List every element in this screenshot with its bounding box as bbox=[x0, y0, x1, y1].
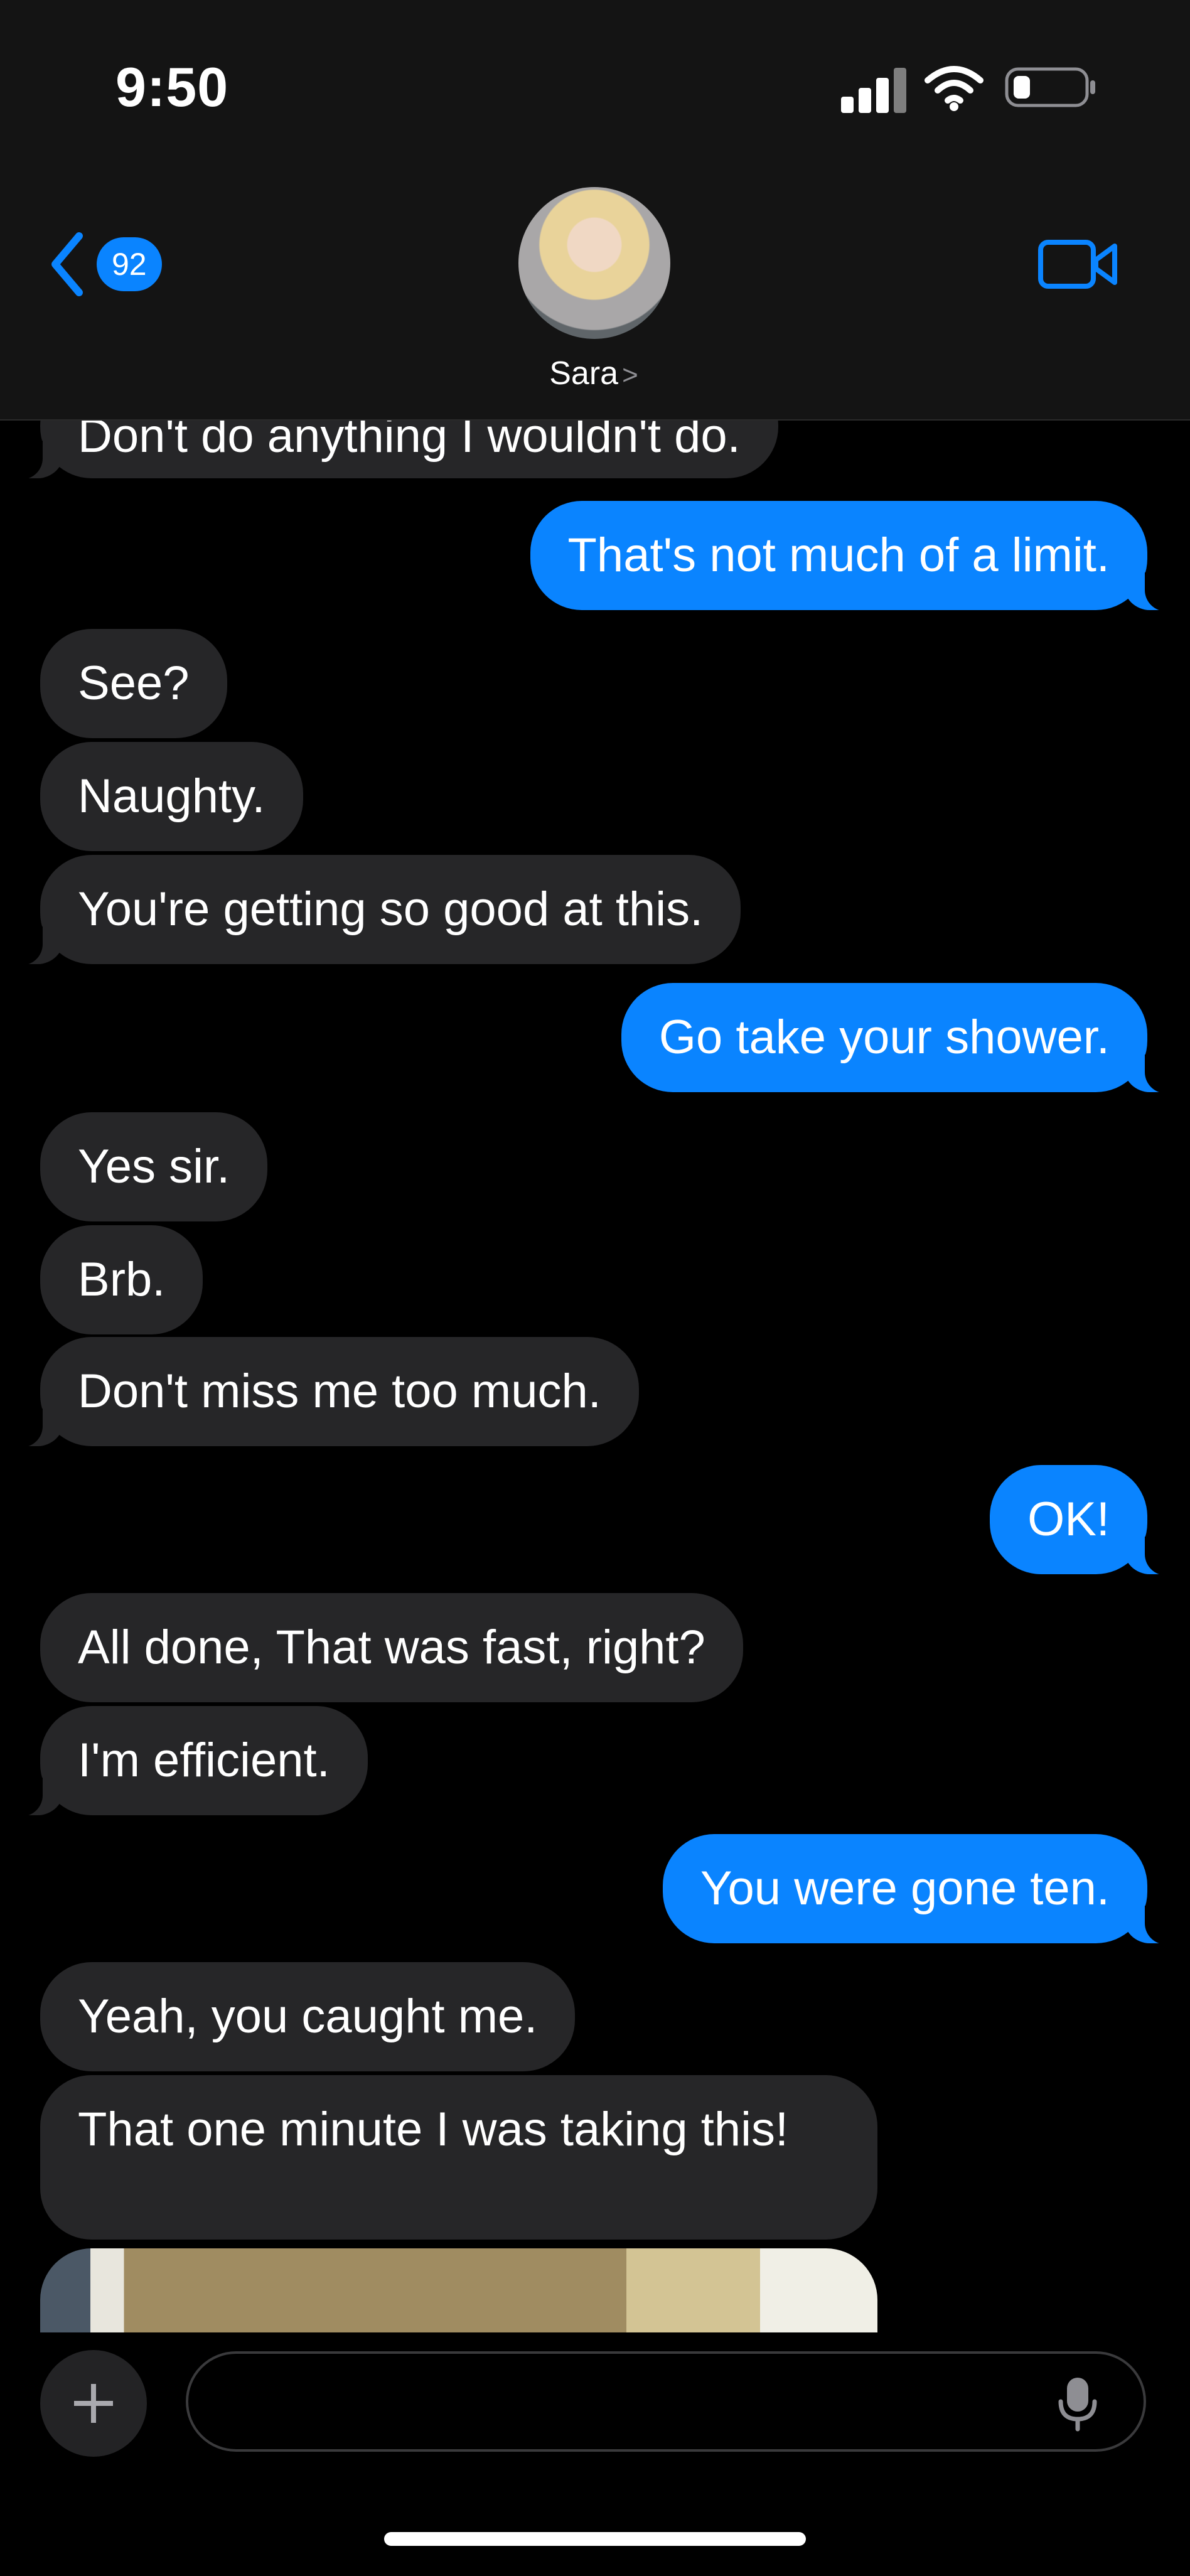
status-time: 9:50 bbox=[115, 56, 229, 118]
message-incoming[interactable]: That one minute I was taking this! bbox=[40, 2075, 877, 2240]
message-incoming[interactable]: All done, That was fast, right? bbox=[40, 1593, 743, 1702]
message-incoming[interactable]: Don't miss me too much. bbox=[13, 1337, 639, 1447]
message-incoming[interactable]: Yes sir. bbox=[40, 1112, 268, 1221]
message-input[interactable] bbox=[186, 2351, 1146, 2452]
message-outgoing[interactable]: OK! bbox=[990, 1465, 1175, 1575]
message-outgoing[interactable]: That's not much of a limit. bbox=[530, 501, 1175, 611]
contact-name: Sara bbox=[549, 355, 619, 392]
video-call-icon[interactable] bbox=[1037, 236, 1120, 292]
plus-icon[interactable] bbox=[40, 2350, 147, 2457]
battery-icon bbox=[1005, 67, 1095, 107]
message-outgoing[interactable]: You were gone ten. bbox=[662, 1834, 1176, 1945]
message-outgoing[interactable]: Go take your shower. bbox=[621, 983, 1176, 1093]
message-incoming[interactable]: Brb. bbox=[40, 1225, 203, 1334]
message-incoming[interactable]: You're getting so good at this. bbox=[12, 855, 741, 965]
message-incoming[interactable]: See? bbox=[40, 629, 227, 738]
message-incoming[interactable]: I'm efficient. bbox=[13, 1706, 368, 1817]
message-incoming[interactable]: Naughty. bbox=[40, 742, 303, 851]
compose-bar bbox=[0, 2332, 1190, 2576]
cellular-signal-icon bbox=[841, 65, 910, 113]
photo-attachment[interactable] bbox=[40, 2248, 877, 2336]
chevron-left-icon bbox=[51, 232, 83, 296]
unread-count-badge: 92 bbox=[97, 237, 162, 291]
home-indicator[interactable] bbox=[384, 2532, 806, 2546]
wifi-icon bbox=[925, 66, 984, 111]
chevron-right-icon: > bbox=[622, 360, 638, 390]
contact-name-button[interactable]: Sara > bbox=[531, 355, 657, 392]
contact-avatar[interactable] bbox=[518, 187, 670, 339]
message-incoming[interactable]: Yeah, you caught me. bbox=[40, 1962, 576, 2071]
back-button[interactable]: 92 bbox=[45, 226, 177, 301]
conversation-header: 9:50 92 Sara > bbox=[0, 0, 1190, 421]
microphone-icon[interactable] bbox=[1056, 2376, 1100, 2432]
